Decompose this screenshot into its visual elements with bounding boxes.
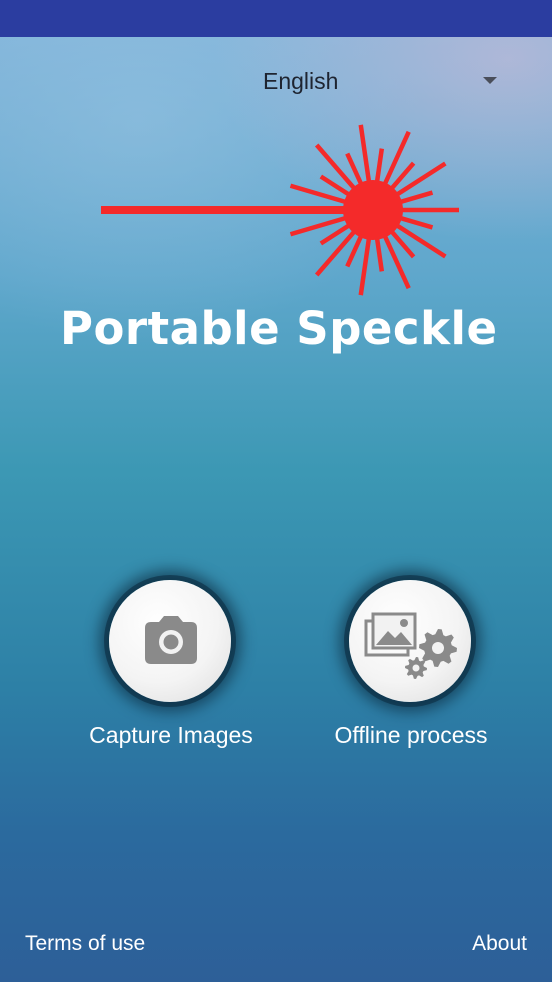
offline-process-button[interactable]: Offline process — [321, 578, 501, 758]
offline-button-circle[interactable] — [349, 580, 471, 702]
app-title: Portable Speckle — [60, 302, 498, 355]
capture-images-button[interactable]: Capture Images — [81, 578, 261, 758]
capture-images-label: Capture Images — [89, 722, 253, 748]
about-link[interactable]: About — [472, 932, 527, 956]
terms-of-use-link[interactable]: Terms of use — [25, 932, 145, 956]
offline-process-label: Offline process — [334, 722, 488, 748]
app-logo: Portable Speckle — [60, 120, 498, 370]
camera-icon — [145, 616, 197, 664]
language-dropdown[interactable]: English — [250, 58, 510, 104]
images-gears-icon — [364, 612, 457, 679]
capture-button-circle[interactable] — [109, 580, 231, 702]
status-bar — [0, 0, 552, 37]
language-selected-value: English — [263, 68, 339, 94]
dropdown-arrow-icon — [483, 77, 497, 84]
laser-burst-icon — [101, 124, 459, 296]
